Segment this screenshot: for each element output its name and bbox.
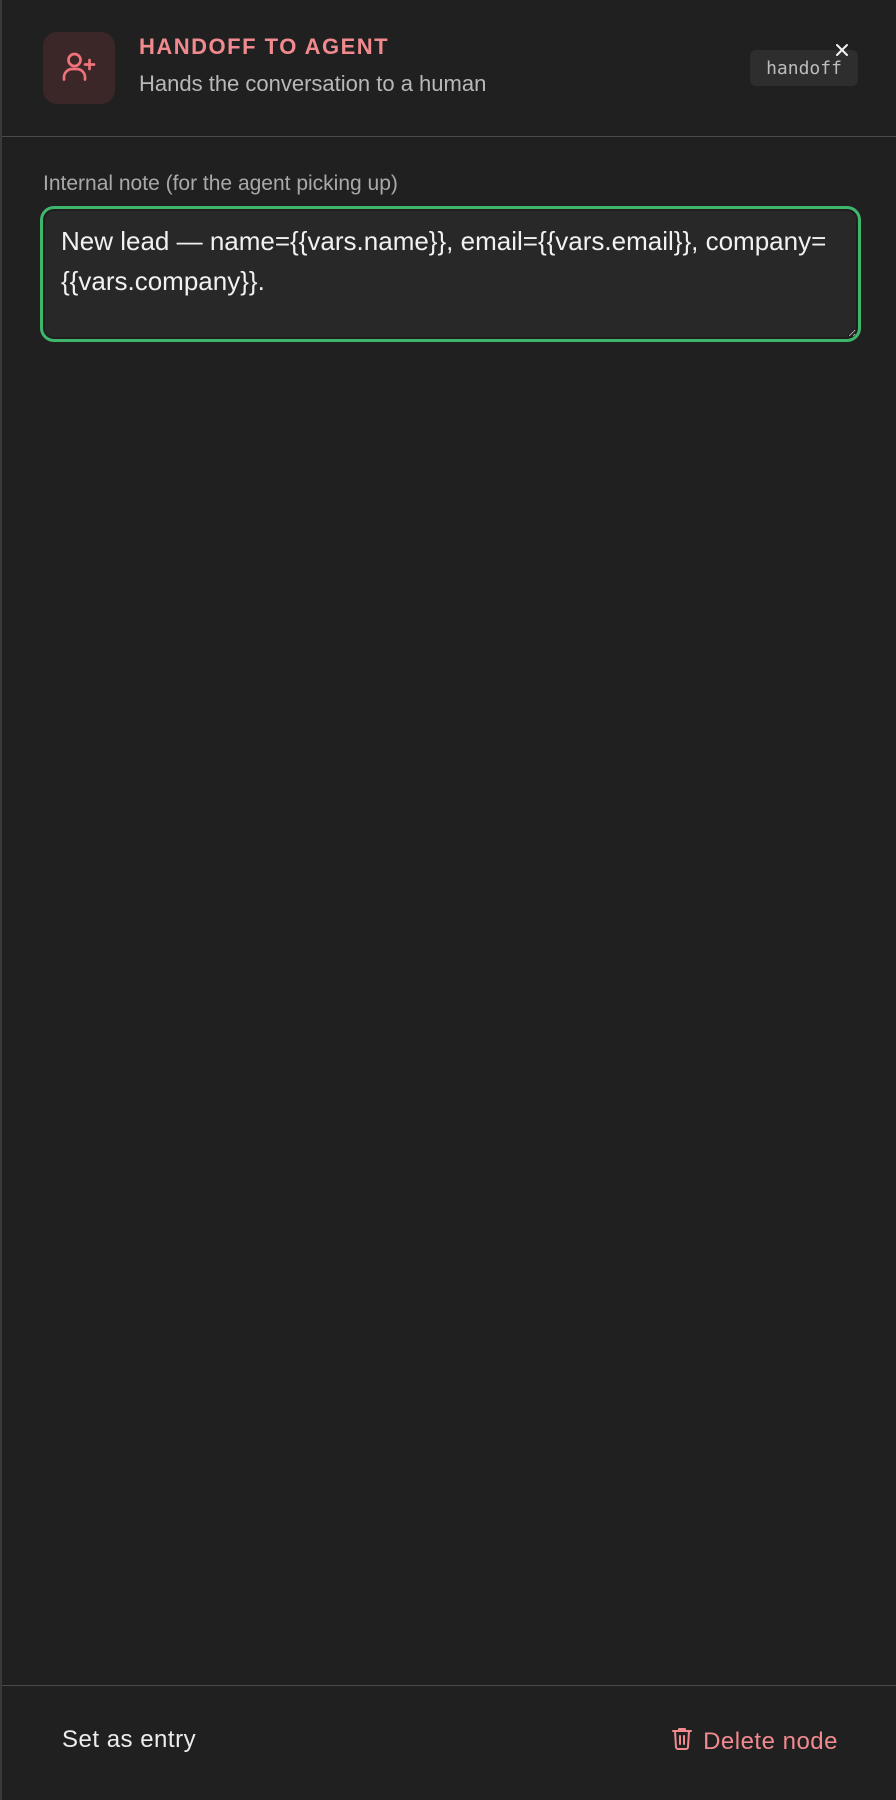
- close-icon: [834, 42, 850, 63]
- set-as-entry-button[interactable]: Set as entry: [62, 1726, 196, 1754]
- node-subtitle: Hands the conversation to a human: [139, 71, 487, 96]
- trash-icon: [671, 1726, 693, 1757]
- delete-node-label: Delete node: [703, 1727, 838, 1755]
- node-inspector-panel: HANDOFF TO AGENT Hands the conversation …: [0, 0, 896, 1800]
- node-icon-tile: [43, 32, 115, 104]
- node-title: HANDOFF TO AGENT: [139, 34, 390, 59]
- note-label: Internal note (for the agent picking up): [43, 172, 398, 195]
- user-plus-icon: [61, 48, 97, 89]
- delete-node-button[interactable]: Delete node: [671, 1726, 838, 1757]
- internal-note-textarea[interactable]: New lead — name={{vars.name}}, email={{v…: [44, 210, 857, 338]
- close-button[interactable]: [830, 40, 854, 64]
- panel-footer: Set as entry Delete node: [2, 1685, 896, 1800]
- note-field-focus-ring: New lead — name={{vars.name}}, email={{v…: [40, 206, 861, 342]
- panel-header: HANDOFF TO AGENT Hands the conversation …: [2, 0, 896, 137]
